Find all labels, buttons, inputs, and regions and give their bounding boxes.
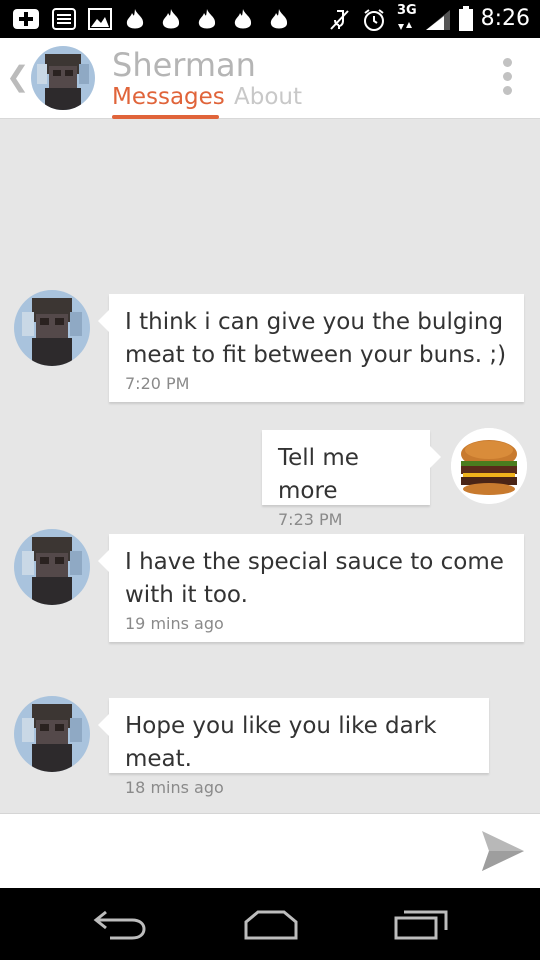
pixelated-avatar-image xyxy=(14,290,90,366)
flame-icon xyxy=(126,9,144,29)
plus-icon xyxy=(13,9,39,29)
pixelated-avatar-image xyxy=(14,529,90,605)
message-input[interactable] xyxy=(0,814,460,889)
home-icon[interactable] xyxy=(242,908,300,940)
sender-avatar[interactable] xyxy=(14,529,90,605)
flame-icon xyxy=(270,9,288,29)
back-chevron-icon[interactable]: ❮ xyxy=(6,60,29,93)
message-composer[interactable] xyxy=(0,813,540,889)
message-text: Hope you like you like dark meat. xyxy=(125,713,437,772)
message-text: Tell me more xyxy=(278,445,359,504)
tab-messages[interactable]: Messages xyxy=(112,84,225,110)
message-bubble-incoming[interactable]: Hope you like you like dark meat. 18 min… xyxy=(98,698,489,797)
mute-icon xyxy=(330,10,349,30)
message-timestamp: 19 mins ago xyxy=(125,614,224,633)
send-icon[interactable] xyxy=(480,829,526,873)
burger-avatar-image xyxy=(451,428,527,504)
my-avatar[interactable] xyxy=(451,428,527,504)
pixelated-avatar-image xyxy=(31,46,95,110)
pixelated-avatar-image xyxy=(14,696,90,772)
message-bubble-incoming[interactable]: I have the special sauce to come with it… xyxy=(98,534,524,642)
sender-avatar[interactable] xyxy=(14,290,90,366)
flame-icon xyxy=(162,9,180,29)
network-3g-icon: 3G xyxy=(397,3,417,18)
message-bubble-incoming[interactable]: I think i can give you the bulging meat … xyxy=(98,294,524,402)
sender-avatar[interactable] xyxy=(14,696,90,772)
conversation-header: ❮ Sherman Messages About xyxy=(0,38,540,119)
message-timestamp: 18 mins ago xyxy=(125,778,224,797)
flame-icon xyxy=(198,9,216,29)
bubble-tail xyxy=(98,310,109,332)
message-timestamp: 7:20 PM xyxy=(125,374,190,393)
status-bar: 3G 8:26 xyxy=(0,0,540,38)
message-bubble-outgoing[interactable]: Tell me more 7:23 PM xyxy=(262,430,441,529)
back-icon[interactable] xyxy=(92,906,148,940)
signal-icon xyxy=(426,10,450,30)
clock: 8:26 xyxy=(480,6,530,31)
message-timestamp: 7:23 PM xyxy=(278,510,343,529)
contact-avatar[interactable] xyxy=(31,46,95,110)
alarm-icon xyxy=(364,9,384,31)
image-icon xyxy=(88,8,112,30)
system-navigation-bar xyxy=(0,888,540,960)
bubble-tail xyxy=(430,446,441,468)
news-icon xyxy=(52,8,76,30)
bubble-tail xyxy=(98,714,109,736)
recent-apps-icon[interactable] xyxy=(394,908,450,942)
overflow-menu-icon[interactable] xyxy=(500,58,514,100)
tab-about[interactable]: About xyxy=(234,84,302,110)
battery-icon xyxy=(459,6,473,31)
message-list[interactable]: I think i can give you the bulging meat … xyxy=(0,119,540,813)
message-text: I think i can give you the bulging meat … xyxy=(125,309,507,368)
message-text: I have the special sauce to come with it… xyxy=(125,549,504,608)
network-arrows-icon xyxy=(398,22,412,30)
bubble-tail xyxy=(98,550,109,572)
flame-icon xyxy=(234,9,252,29)
contact-name[interactable]: Sherman xyxy=(112,46,256,84)
